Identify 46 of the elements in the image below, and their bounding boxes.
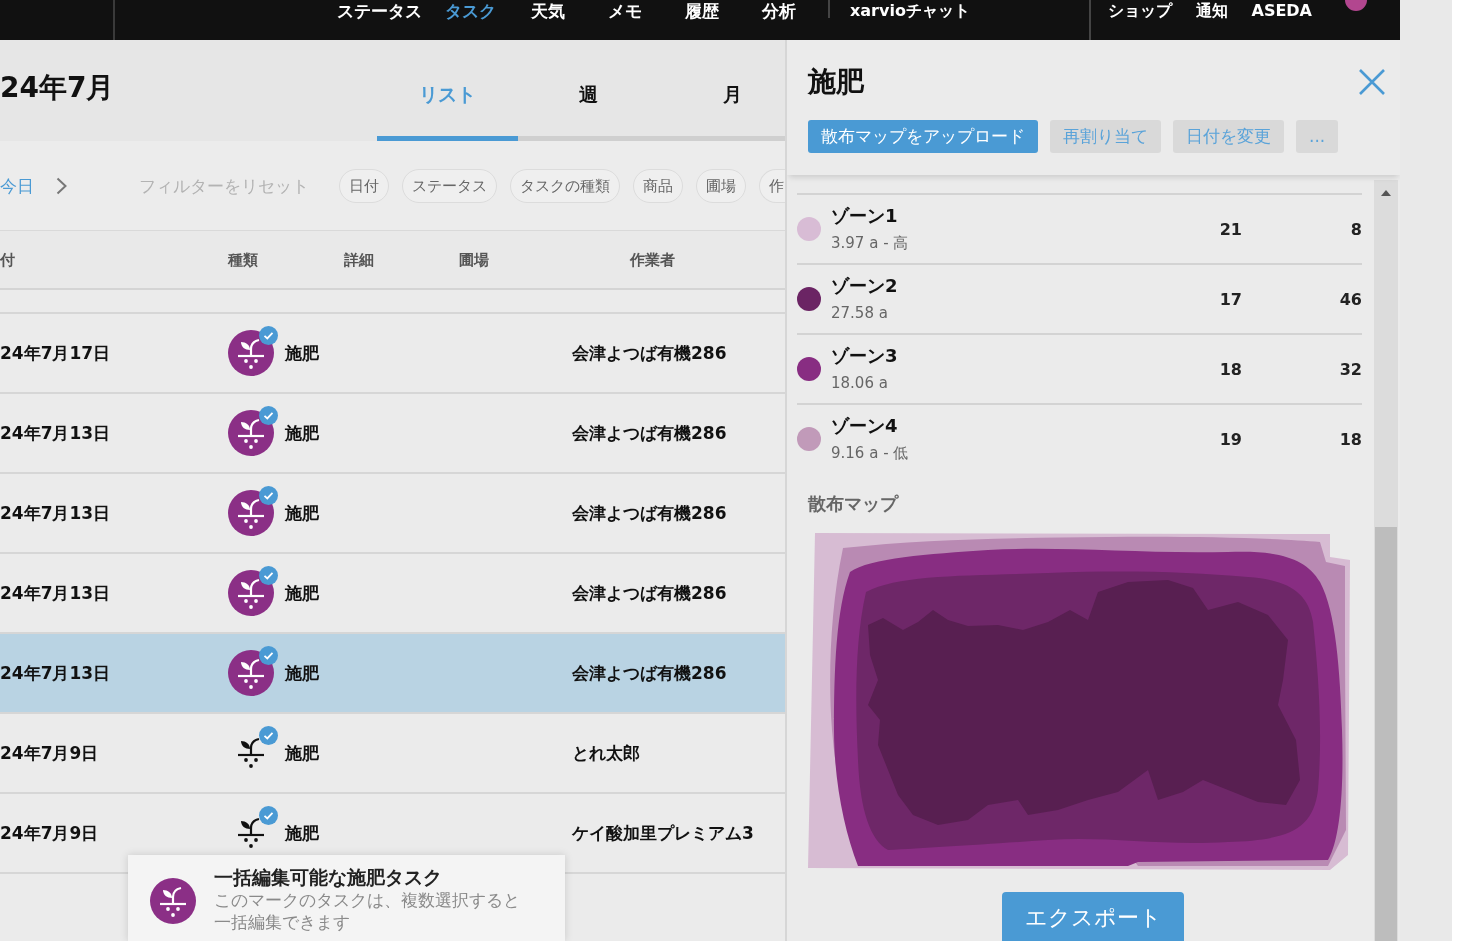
zone-name: ゾーン4 [831,414,899,438]
task-worker: 会津よつば有機286 [572,502,728,525]
zone-name: ゾーン2 [831,274,899,298]
zone-value: 32 [1338,359,1362,379]
zone-area: 9.16 a - 低 [831,442,1182,464]
zone-value: 19 [1218,429,1242,449]
zone-value: 21 [1218,219,1242,239]
zone-value: 18 [1338,429,1362,449]
task-worker: ケイ酸加里プレミアム3 [572,822,755,845]
task-worker: 会津よつば有機286 [572,342,728,365]
section-title: 散布マップ [808,493,900,515]
tooltip-text: このマークのタスクは、複数選択すると一括編集できます [214,889,521,933]
column-header: 種類 [228,249,259,270]
task-type: 施肥 [285,502,319,525]
task-date: 24年7月13日 [0,502,112,525]
month-title: 24年7月 [0,70,115,106]
task-worker: とれ太郎 [572,742,641,765]
zone-value: 8 [1349,219,1362,239]
zone-value: 18 [1218,359,1242,379]
task-date: 24年7月13日 [0,422,112,445]
task-date: 24年7月13日 [0,582,112,605]
zone-area: 3.97 a - 高 [831,232,1182,254]
zone-value: 17 [1218,289,1242,309]
zone-area: 18.06 a [831,372,1182,394]
task-type: 施肥 [285,422,319,445]
task-worker: 会津よつば有機286 [572,582,728,605]
task-date: 24年7月13日 [0,662,112,685]
column-header: 作業者 [629,249,676,270]
task-date: 24年7月9日 [0,742,100,765]
column-header: 詳細 [344,249,375,270]
task-type: 施肥 [285,822,319,845]
task-worker: 会津よつば有機286 [572,422,728,445]
task-type: 施肥 [285,742,319,765]
task-date: 24年7月17日 [0,342,112,365]
task-date: 24年7月9日 [0,822,100,845]
task-type: 施肥 [285,582,319,605]
zone-name: ゾーン3 [831,344,899,368]
detail-title: 施肥 [808,64,864,100]
task-type: 施肥 [285,342,319,365]
zone-area: 27.58 a [831,302,1182,324]
column-header: 圃場 [459,249,490,270]
column-header: 付 [0,249,16,270]
zone-value: 46 [1338,289,1362,309]
task-worker: 会津よつば有機286 [572,662,728,685]
task-type: 施肥 [285,662,319,685]
zone-name: ゾーン1 [831,204,899,228]
